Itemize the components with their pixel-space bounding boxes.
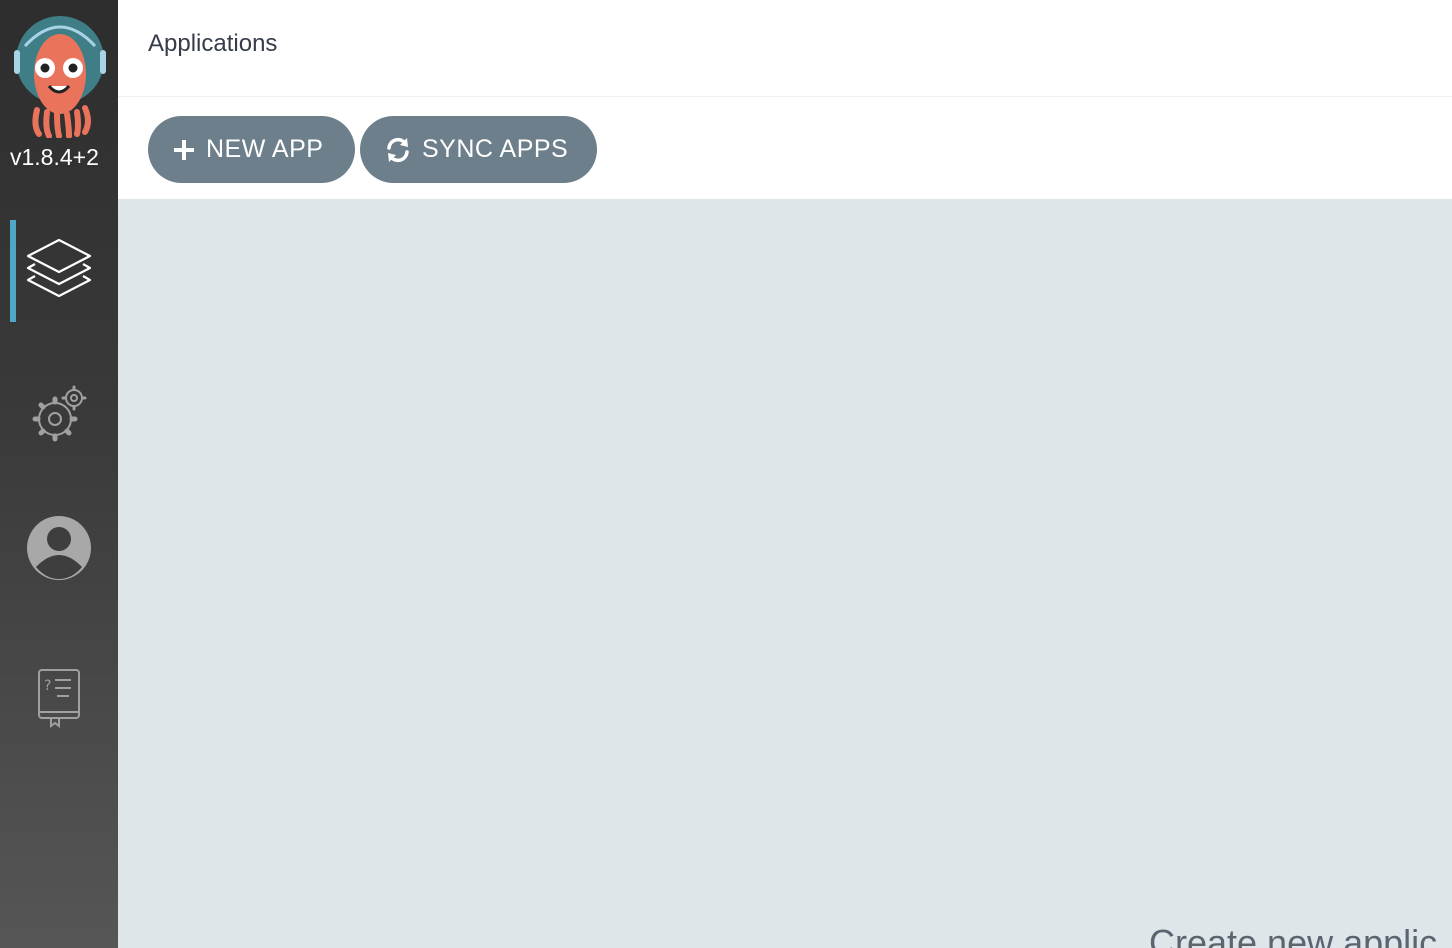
version-label: v1.8.4+2 bbox=[10, 144, 99, 170]
sync-apps-label: SYNC APPS bbox=[422, 135, 569, 163]
sidebar: v1.8.4+2 ? bbox=[0, 0, 118, 948]
docs-book-icon: ? bbox=[37, 668, 81, 733]
svg-text:?: ? bbox=[44, 678, 51, 694]
sync-icon bbox=[384, 136, 412, 164]
nav-documentation[interactable]: ? bbox=[0, 660, 118, 740]
nav-user-info[interactable] bbox=[0, 510, 118, 590]
argo-logo[interactable] bbox=[13, 14, 107, 139]
toolbar: NEW APP SYNC APPS bbox=[118, 97, 1452, 200]
page-title: Applications bbox=[148, 30, 278, 57]
new-app-label: NEW APP bbox=[206, 135, 324, 163]
user-icon bbox=[26, 515, 92, 586]
empty-state-message: Create new applic bbox=[1149, 922, 1438, 948]
page-header: Applications bbox=[118, 0, 1452, 97]
nav-settings[interactable] bbox=[0, 375, 118, 455]
sync-apps-button[interactable]: SYNC APPS bbox=[360, 116, 597, 183]
nav-applications[interactable] bbox=[0, 220, 118, 322]
new-app-button[interactable]: NEW APP bbox=[148, 116, 355, 183]
plus-icon bbox=[172, 138, 196, 162]
applications-content: Create new applic bbox=[118, 200, 1452, 948]
gears-icon bbox=[29, 383, 89, 448]
active-indicator bbox=[10, 220, 16, 322]
layers-icon bbox=[26, 236, 92, 307]
